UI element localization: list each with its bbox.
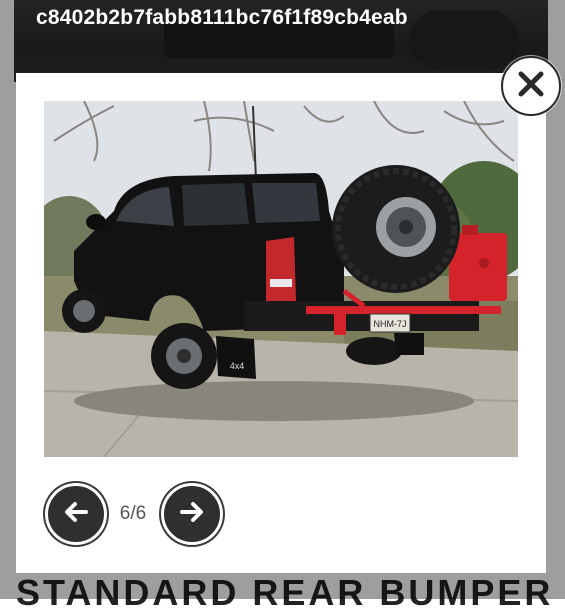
lightbox-title: c8402b2b7fabb8111bc76f1f89cb4eab <box>36 6 408 29</box>
close-button[interactable] <box>501 56 561 116</box>
next-image-button[interactable] <box>161 483 223 545</box>
mudflap-badge: 4x4 <box>230 361 245 371</box>
license-plate-text: NHM-7J <box>374 319 407 329</box>
close-icon <box>516 69 546 104</box>
lightbox-image: NHM-7J 4x4 <box>44 101 518 457</box>
arrow-left-icon <box>62 498 90 531</box>
image-counter: 6/6 <box>119 503 147 524</box>
lightbox-modal: NHM-7J 4x4 6/6 <box>16 73 546 573</box>
previous-image-button[interactable] <box>45 483 107 545</box>
arrow-right-icon <box>178 498 206 531</box>
